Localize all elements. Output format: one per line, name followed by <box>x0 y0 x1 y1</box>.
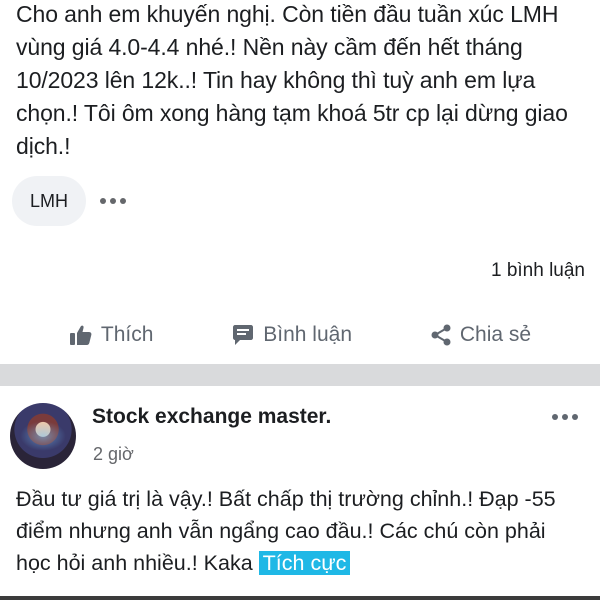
like-label: Thích <box>100 323 154 346</box>
feed-separator <box>0 364 600 386</box>
post-text: Cho anh em khuyến nghị. Còn tiền đầu tuầ… <box>16 1 568 159</box>
tag-row: LMH <box>12 176 126 226</box>
post-card: Cho anh em khuyến nghị. Còn tiền đầu tuầ… <box>0 0 600 362</box>
bottom-edge <box>0 596 600 600</box>
more-dots-icon[interactable] <box>552 414 578 420</box>
post-text: Đầu tư giá trị là vậy.! Bất chấp thị trư… <box>16 483 586 579</box>
stock-tag-chip[interactable]: LMH <box>12 176 86 226</box>
thumbs-up-icon <box>69 324 93 346</box>
post-timestamp[interactable]: 2 giờ <box>93 444 134 465</box>
like-button[interactable]: Thích <box>69 323 154 347</box>
avatar[interactable] <box>10 403 76 469</box>
share-button[interactable]: Chia sẻ <box>430 323 531 347</box>
sentiment-badge: Tích cực <box>258 551 351 575</box>
more-dots-icon[interactable] <box>100 198 126 204</box>
comment-icon <box>231 324 255 346</box>
post-actions: Thích Bình luận Chia sẻ <box>0 312 600 358</box>
author-name[interactable]: Stock exchange master. <box>92 405 331 429</box>
comment-label: Bình luận <box>263 323 353 346</box>
post-card: Stock exchange master. 2 giờ Đầu tư giá … <box>0 386 600 600</box>
share-icon <box>430 324 452 346</box>
comment-button[interactable]: Bình luận <box>231 323 352 347</box>
comment-count[interactable]: 1 bình luận <box>491 260 585 282</box>
share-label: Chia sẻ <box>459 323 532 346</box>
